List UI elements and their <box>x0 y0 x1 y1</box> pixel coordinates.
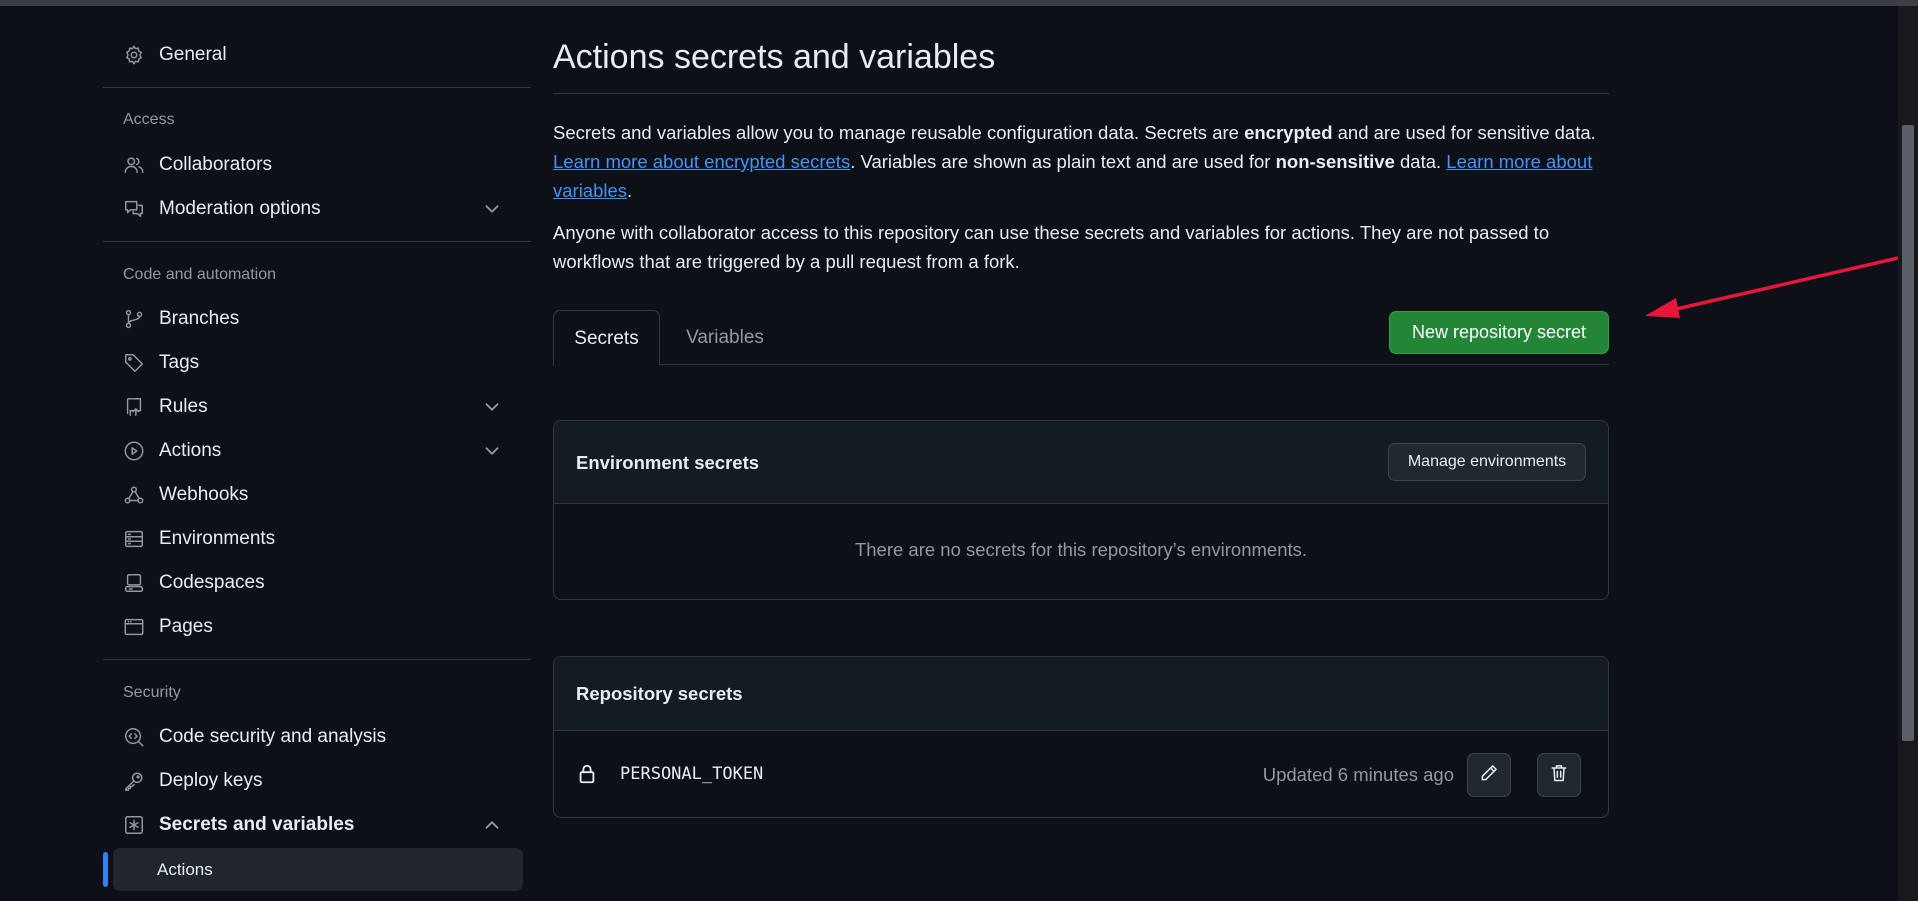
tabs-underline <box>553 364 1609 365</box>
environment-secrets-header: Environment secrets Manage environments <box>554 421 1608 504</box>
sidebar-item-label: Branches <box>159 308 240 329</box>
secret-name: PERSONAL_TOKEN <box>620 764 764 784</box>
intro-text: and are used for sensitive data. <box>1332 122 1596 143</box>
sidebar-item-secrets-variables[interactable]: Secrets and variables <box>103 805 513 845</box>
sidebar-item-label: Codespaces <box>159 572 265 593</box>
sidebar-divider <box>103 659 531 660</box>
sidebar-item-label: Tags <box>159 352 200 373</box>
sidebar-item-codespaces[interactable]: Codespaces <box>103 563 513 603</box>
intro-text: . Variables are shown as plain text and … <box>850 151 1276 172</box>
edit-secret-button[interactable] <box>1467 753 1511 797</box>
tag-icon <box>123 352 145 374</box>
sidebar-subitem-label: Actions <box>157 859 213 879</box>
chevron-up-icon[interactable] <box>481 814 503 836</box>
sidebar-item-code-security[interactable]: Code security and analysis <box>103 717 513 757</box>
intro-text: . <box>627 180 633 201</box>
sidebar-item-label: Rules <box>159 396 208 417</box>
sidebar-subitem-actions[interactable]: Actions <box>113 848 523 891</box>
learn-more-secrets-link[interactable]: Learn more about encrypted secrets <box>553 151 850 172</box>
intro-bold-encrypted: encrypted <box>1244 122 1333 143</box>
environment-secrets-title: Environment secrets <box>576 452 760 473</box>
tab-variables[interactable]: Variables <box>660 310 790 365</box>
sidebar-item-label: Collaborators <box>159 154 272 175</box>
sidebar-item-label: Actions <box>159 440 222 461</box>
trash-icon <box>1549 763 1569 788</box>
intro-bold-non-sensitive: non-sensitive <box>1275 151 1395 172</box>
sidebar-divider <box>103 87 531 88</box>
sidebar-item-actions[interactable]: Actions <box>103 431 513 471</box>
webhook-icon <box>123 484 145 506</box>
chevron-down-icon[interactable] <box>481 198 503 220</box>
sidebar-item-general[interactable]: General <box>103 35 513 75</box>
scrollbar-thumb[interactable] <box>1902 125 1914 741</box>
sidebar-item-label: Webhooks <box>159 484 249 505</box>
intro-paragraph: Secrets and variables allow you to manag… <box>553 118 1609 205</box>
codescan-icon <box>123 726 145 748</box>
environment-secrets-box: Environment secrets Manage environments … <box>553 420 1609 600</box>
sidebar-item-webhooks[interactable]: Webhooks <box>103 475 513 515</box>
browser-icon <box>123 616 145 638</box>
group-title-security: Security <box>123 684 181 701</box>
sidebar-item-pages[interactable]: Pages <box>103 607 513 647</box>
table-row: PERSONAL_TOKEN Updated 6 minutes ago <box>554 730 1608 817</box>
sidebar-item-environments[interactable]: Environments <box>103 519 513 559</box>
sidebar-item-label: Secrets and variables <box>159 814 355 835</box>
play-icon <box>123 440 145 462</box>
sidebar-item-label: Deploy keys <box>159 770 263 791</box>
pencil-icon <box>1479 763 1499 788</box>
secret-updated-time: Updated 6 minutes ago <box>1262 764 1454 785</box>
page-title: Actions secrets and variables <box>553 38 996 76</box>
sidebar-item-label: Moderation options <box>159 198 321 219</box>
sidebar-item-label: Code security and analysis <box>159 726 387 747</box>
gear-icon <box>123 44 145 66</box>
repository-secrets-title: Repository secrets <box>576 683 743 704</box>
group-title-access: Access <box>123 111 175 128</box>
sidebar-item-label: General <box>159 44 227 65</box>
sidebar-divider <box>103 241 531 242</box>
sidebar-item-moderation[interactable]: Moderation options <box>103 189 513 229</box>
codespaces-icon <box>123 572 145 594</box>
git-branch-icon <box>123 308 145 330</box>
repository-secrets-box: Repository secrets PERSONAL_TOKEN Update… <box>553 656 1609 818</box>
sidebar-item-collaborators[interactable]: Collaborators <box>103 145 513 185</box>
active-indicator <box>103 852 108 887</box>
chevron-down-icon[interactable] <box>481 396 503 418</box>
lock-icon <box>576 763 598 785</box>
key-icon <box>123 770 145 792</box>
server-icon <box>123 528 145 550</box>
manage-environments-button[interactable]: Manage environments <box>1388 443 1586 481</box>
sidebar-item-tags[interactable]: Tags <box>103 343 513 383</box>
sidebar-item-rules[interactable]: Rules <box>103 387 513 427</box>
browser-top-edge <box>0 0 1918 6</box>
sidebar-item-label: Pages <box>159 616 213 637</box>
asterisk-box-icon <box>123 814 145 836</box>
sidebar-item-label: Environments <box>159 528 276 549</box>
delete-secret-button[interactable] <box>1537 753 1581 797</box>
group-title-code-automation: Code and automation <box>123 266 276 283</box>
repository-secrets-header: Repository secrets <box>554 657 1608 731</box>
environment-secrets-empty-message: There are no secrets for this repository… <box>854 539 1308 560</box>
chevron-down-icon[interactable] <box>481 440 503 462</box>
intro-text: data. <box>1394 151 1447 172</box>
new-repository-secret-button[interactable]: New repository secret <box>1389 311 1609 354</box>
sidebar-item-deploy-keys[interactable]: Deploy keys <box>103 761 513 801</box>
annotation-arrow-icon <box>1645 251 1918 318</box>
intro-text: Secrets and variables allow you to manag… <box>553 122 1245 143</box>
comment-discussion-icon <box>123 198 145 220</box>
tab-secrets[interactable]: Secrets <box>553 310 660 366</box>
access-paragraph: Anyone with collaborator access to this … <box>553 222 1550 272</box>
repo-push-icon <box>123 396 145 418</box>
title-divider <box>553 93 1609 94</box>
people-icon <box>123 154 145 176</box>
sidebar-item-branches[interactable]: Branches <box>103 299 513 339</box>
